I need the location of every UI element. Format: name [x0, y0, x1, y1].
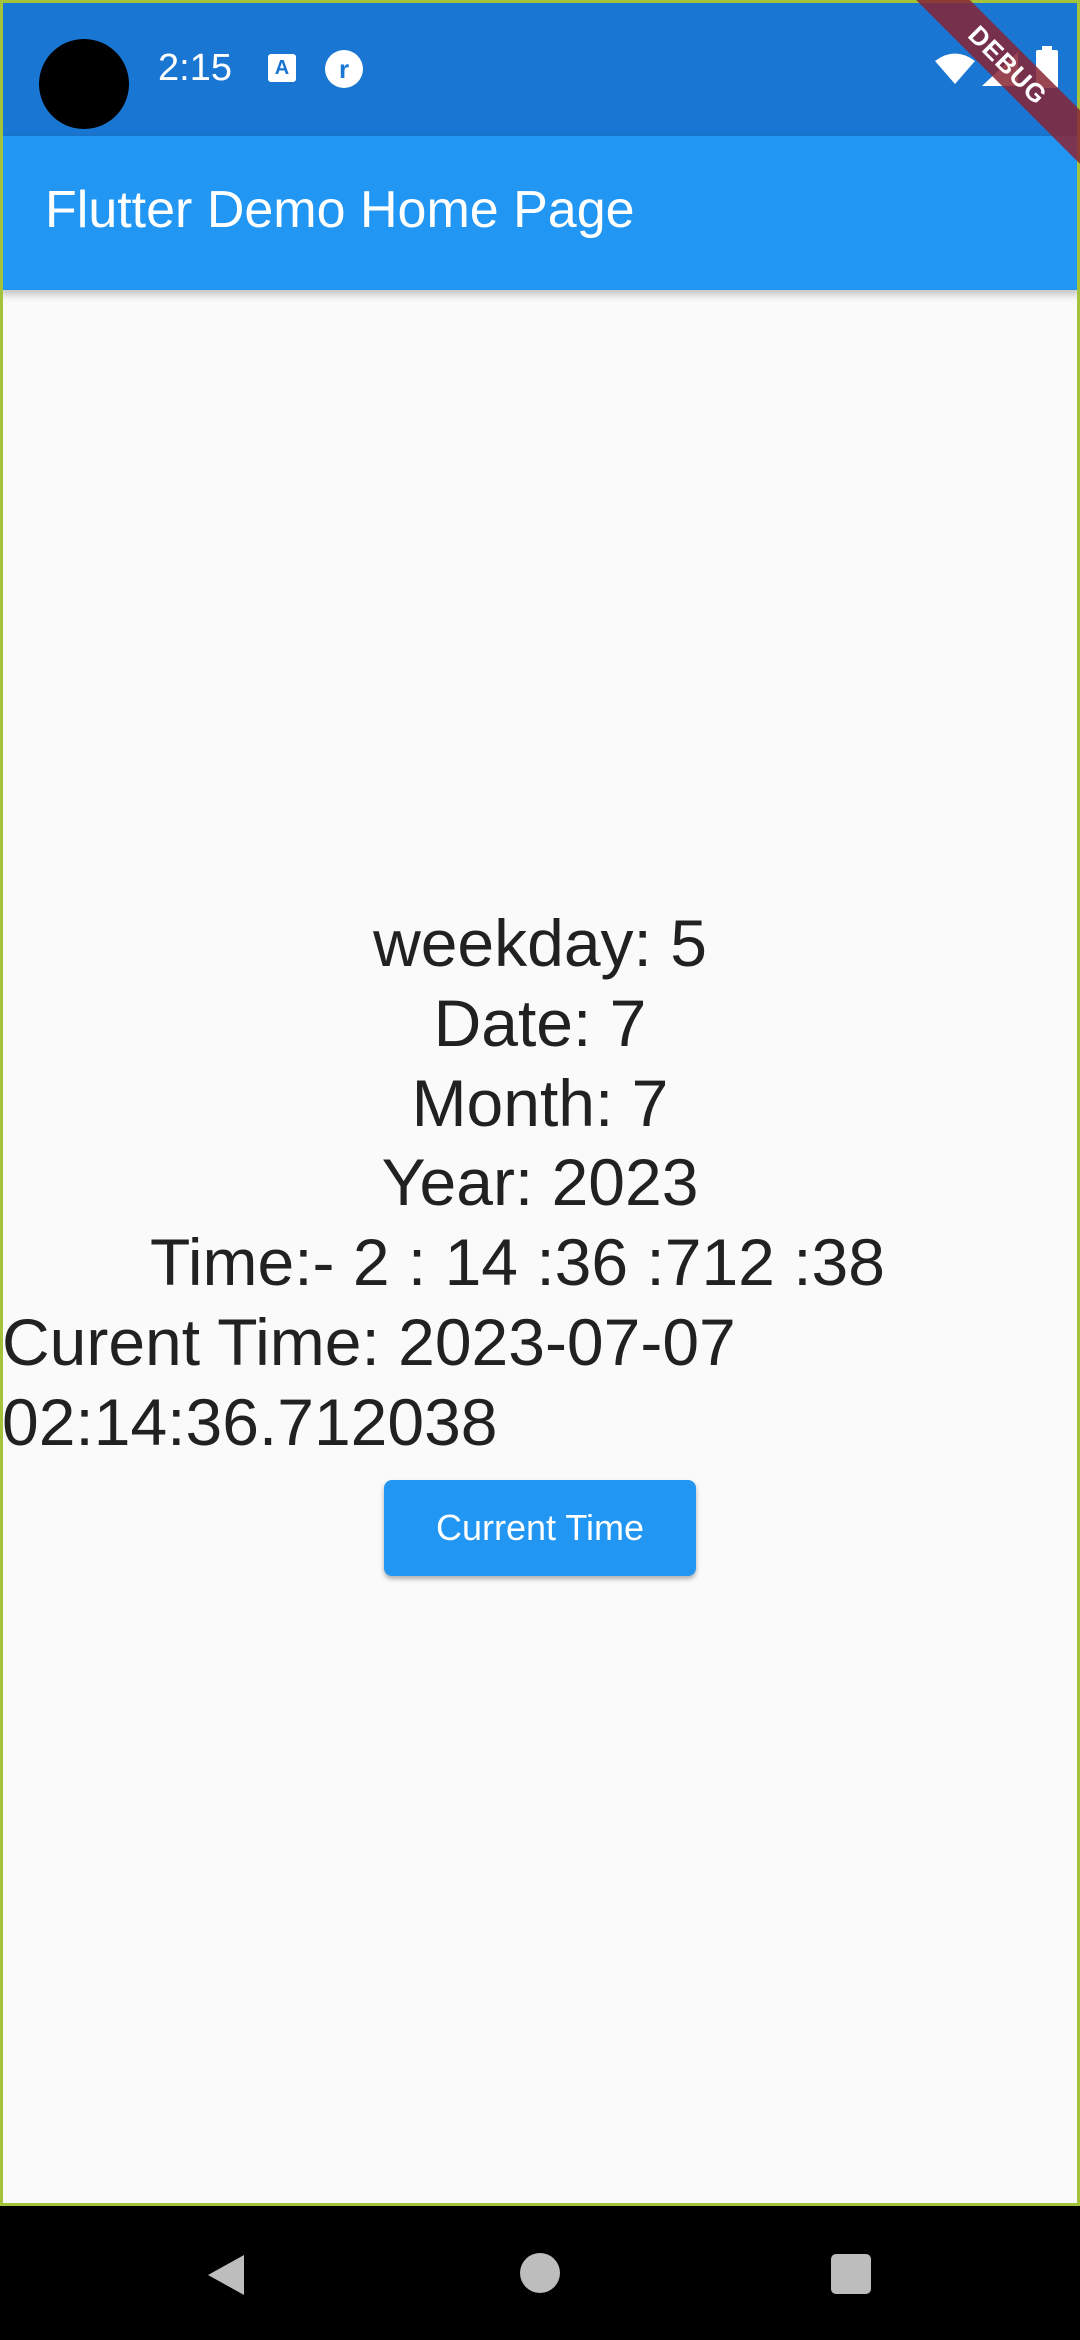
- navigation-bar: [0, 2206, 1080, 2340]
- year-text: Year: 2023: [381, 1145, 699, 1219]
- recents-icon[interactable]: [831, 2254, 871, 2294]
- month-text: Month: 7: [411, 1066, 669, 1140]
- weekday-text: weekday: 5: [373, 906, 707, 980]
- date-text: Date: 7: [433, 986, 647, 1060]
- status-time: 2:15: [158, 47, 232, 89]
- wifi-icon: [935, 53, 975, 84]
- text-a-icon: A: [268, 54, 296, 82]
- current-time-value: 02:14:36.712038: [2, 1385, 498, 1459]
- camera-cutout: [39, 39, 129, 129]
- page-title: Flutter Demo Home Page: [45, 181, 635, 239]
- app-bar: Flutter Demo Home Page: [0, 136, 1080, 290]
- back-icon[interactable]: [204, 2253, 248, 2297]
- time-text: Time:- 2 : 14 :36 :712 :38: [150, 1225, 885, 1299]
- round-r-icon: r: [325, 50, 363, 88]
- app-screen: 2:15 A r DEBUG Flutter Demo Home Page we…: [0, 0, 1080, 2340]
- current-time-text: Curent Time: 2023-07-07: [2, 1305, 736, 1379]
- status-bar: 2:15 A r: [0, 0, 1080, 136]
- home-icon[interactable]: [520, 2253, 560, 2293]
- current-time-button[interactable]: Current Time: [384, 1480, 696, 1576]
